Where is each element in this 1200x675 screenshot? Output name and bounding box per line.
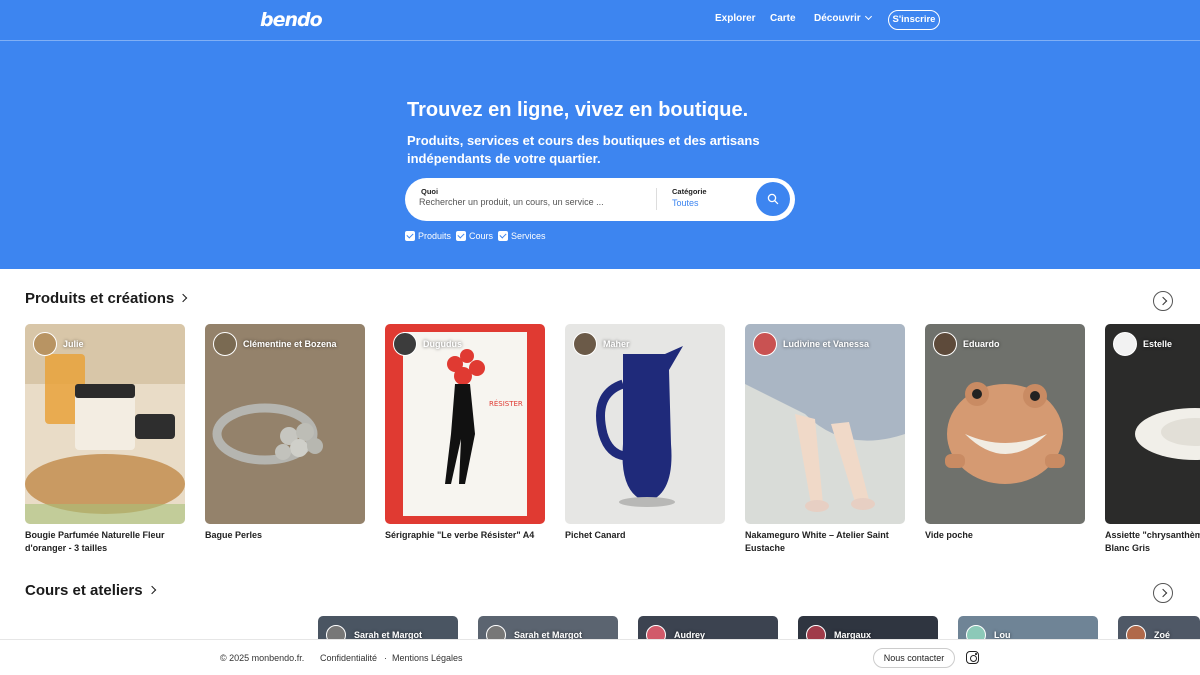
product-image: Julie: [25, 324, 185, 524]
category-label: Catégorie: [672, 187, 707, 196]
search-icon: [767, 193, 779, 205]
seller-name: Dugudus: [423, 339, 462, 349]
page: bendo Explorer Carte Découvrir S'inscrir…: [0, 0, 1200, 675]
product-title: Bougie Parfumée Naturelle Fleur d'orange…: [25, 530, 165, 553]
product-title: Nakameguro White – Atelier Saint Eustach…: [745, 530, 889, 553]
product-title: Pichet Canard: [565, 530, 626, 540]
avatar: [213, 332, 237, 356]
seller-badge: Estelle: [1113, 332, 1172, 356]
product-card[interactable]: Eduardo Vide poche: [925, 324, 1085, 542]
seller-badge: Dugudus: [393, 332, 462, 356]
product-image: Clémentine et Bozena: [205, 324, 365, 524]
courses-title-text: Cours et ateliers: [25, 582, 143, 599]
product-image: Eduardo: [925, 324, 1085, 524]
nav-carte-link[interactable]: Carte: [770, 13, 796, 24]
seller-name: Clémentine et Bozena: [243, 339, 337, 349]
avatar: [33, 332, 57, 356]
checkbox-produits[interactable]: [405, 231, 415, 241]
checkbox-services[interactable]: [498, 231, 509, 241]
footer-separator: ·: [384, 653, 387, 663]
avatar: [573, 332, 597, 356]
product-title: Assiette "chrysanthème" Palace - Blanc G…: [1105, 530, 1200, 553]
product-card[interactable]: Ludivine et Vanessa Nakameguro White – A…: [745, 324, 905, 555]
signup-button[interactable]: S'inscrire: [888, 10, 940, 30]
filter-cours[interactable]: Cours: [456, 231, 493, 241]
seller-badge: Maher: [573, 332, 630, 356]
footer: © 2025 monbendo.fr. Confidentialité · Me…: [0, 639, 1200, 675]
search-input[interactable]: [419, 197, 639, 207]
products-section-title[interactable]: Produits et créations: [25, 290, 188, 307]
seller-name: Eduardo: [963, 339, 1000, 349]
filter-services-label: Services: [511, 231, 546, 241]
product-image: RÉSISTER Dugudus: [385, 324, 545, 524]
top-nav-bar: bendo Explorer Carte Découvrir S'inscrir…: [0, 0, 1200, 41]
checkbox-cours[interactable]: [456, 231, 467, 241]
filter-produits[interactable]: Produits: [405, 231, 451, 241]
logo[interactable]: bendo: [260, 9, 323, 31]
hero-section: Trouvez en ligne, vivez en boutique. Pro…: [0, 41, 1200, 269]
seller-badge: Eduardo: [933, 332, 1000, 356]
product-card[interactable]: Julie Bougie Parfumée Naturelle Fleur d'…: [25, 324, 185, 555]
avatar: [393, 332, 417, 356]
filter-produits-label: Produits: [418, 231, 452, 241]
hero-subtitle: Produits, services et cours des boutique…: [407, 133, 760, 166]
product-card[interactable]: Clémentine et Bozena Bague Perles: [205, 324, 365, 542]
avatar: [933, 332, 957, 356]
product-image: Ludivine et Vanessa: [745, 324, 905, 524]
svg-text:RÉSISTER: RÉSISTER: [489, 399, 523, 408]
chevron-right-icon: [147, 585, 156, 595]
nav-decouvrir-label: Découvrir: [814, 13, 861, 24]
hero-title: Trouvez en ligne, vivez en boutique.: [407, 99, 749, 121]
contact-button[interactable]: Nous contacter: [873, 648, 955, 668]
search-button[interactable]: [756, 182, 790, 216]
legal-link[interactable]: Mentions Légales: [392, 653, 463, 663]
product-title: Sérigraphie "Le verbe Résister" A4: [385, 530, 535, 540]
chevron-right-icon: [178, 293, 188, 303]
courses-next-button[interactable]: [1153, 583, 1173, 603]
product-image: Estelle: [1105, 324, 1200, 524]
search-bar: Quoi Catégorie Toutes: [405, 178, 795, 221]
seller-badge: Julie: [33, 332, 84, 356]
avatar: [1113, 332, 1137, 356]
nav-decouvrir-menu[interactable]: Découvrir: [814, 12, 872, 24]
seller-badge: Clémentine et Bozena: [213, 332, 337, 356]
privacy-link[interactable]: Confidentialité: [320, 653, 377, 663]
seller-name: Maher: [603, 339, 630, 349]
product-card[interactable]: Estelle Assiette "chrysanthème" Palace -…: [1105, 324, 1200, 555]
products-next-button[interactable]: [1153, 291, 1173, 311]
filter-cours-label: Cours: [469, 231, 494, 241]
products-title-text: Produits et créations: [25, 290, 175, 307]
courses-section-title[interactable]: Cours et ateliers: [25, 582, 156, 599]
avatar: [753, 332, 777, 356]
seller-name: Julie: [63, 339, 84, 349]
what-label: Quoi: [421, 187, 439, 196]
chevron-down-icon: [864, 12, 872, 21]
nav-explorer-link[interactable]: Explorer: [715, 13, 756, 24]
filter-services[interactable]: Services: [498, 231, 546, 241]
product-image: Maher: [565, 324, 725, 524]
search-divider: [656, 188, 657, 210]
product-title: Vide poche: [925, 530, 973, 540]
seller-name: Estelle: [1143, 339, 1173, 349]
seller-name: Ludivine et Vanessa: [783, 339, 870, 349]
product-title: Bague Perles: [205, 530, 263, 540]
seller-badge: Ludivine et Vanessa: [753, 332, 869, 356]
copyright: © 2025 monbendo.fr.: [220, 653, 305, 663]
type-filters: Produits Cours Services: [405, 231, 547, 241]
product-card[interactable]: Maher Pichet Canard: [565, 324, 725, 542]
product-card[interactable]: RÉSISTER Dugudus Sérigraphie "Le verbe R…: [385, 324, 545, 542]
category-select[interactable]: Toutes: [672, 198, 699, 208]
instagram-icon[interactable]: [966, 651, 979, 664]
